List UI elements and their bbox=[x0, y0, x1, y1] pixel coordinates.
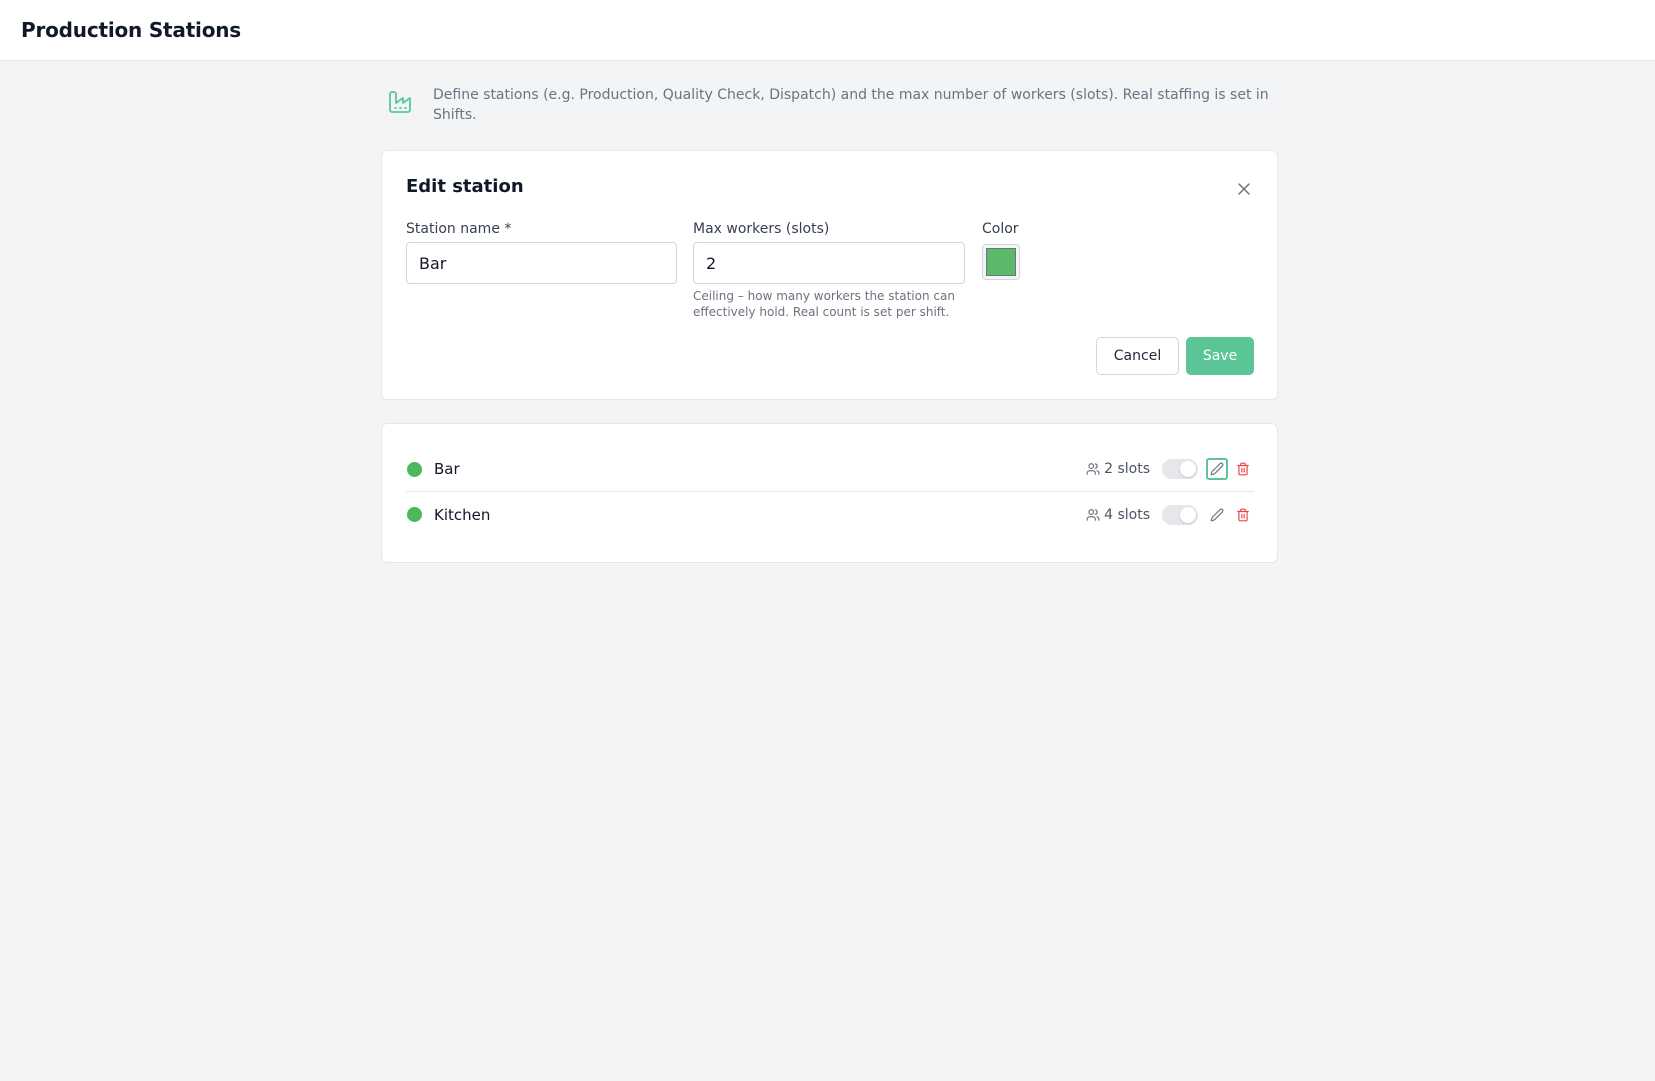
trash-icon bbox=[1237, 508, 1249, 521]
edit-button[interactable] bbox=[1206, 458, 1228, 480]
trash-icon bbox=[1237, 462, 1249, 476]
active-toggle[interactable] bbox=[1162, 504, 1198, 525]
max-workers-input[interactable] bbox=[693, 242, 965, 284]
pencil-icon bbox=[1210, 508, 1224, 521]
active-toggle[interactable] bbox=[1162, 459, 1198, 479]
users-icon bbox=[1086, 463, 1100, 475]
station-color-dot bbox=[407, 507, 422, 522]
close-icon bbox=[1238, 183, 1250, 195]
toggle-knob bbox=[1180, 506, 1196, 523]
info-text: Define stations (e.g. Production, Qualit… bbox=[433, 87, 1269, 123]
edit-station-title: Edit station bbox=[406, 176, 524, 197]
close-button[interactable] bbox=[1234, 179, 1254, 199]
list-item: Kitchen 4 slots bbox=[406, 492, 1254, 537]
cancel-button[interactable]: Cancel bbox=[1096, 337, 1179, 375]
station-name: Bar bbox=[434, 460, 460, 478]
station-list: Bar 2 slots Kitchen 4 slots bbox=[381, 423, 1278, 563]
toggle-knob bbox=[1180, 461, 1196, 477]
main-content: Define stations (e.g. Production, Qualit… bbox=[381, 61, 1278, 563]
pencil-icon bbox=[1210, 462, 1224, 476]
edit-button[interactable] bbox=[1206, 504, 1228, 526]
edit-station-card: Edit station Station name * Max workers … bbox=[381, 150, 1278, 400]
slots-text: 4 slots bbox=[1104, 506, 1150, 523]
color-picker[interactable] bbox=[982, 244, 1020, 280]
save-button[interactable]: Save bbox=[1186, 337, 1254, 375]
factory-icon bbox=[389, 91, 411, 113]
color-label: Color bbox=[982, 221, 1019, 237]
delete-button[interactable] bbox=[1232, 504, 1254, 526]
max-workers-label: Max workers (slots) bbox=[693, 221, 830, 237]
station-color-dot bbox=[407, 461, 422, 477]
station-name-label: Station name * bbox=[406, 221, 512, 237]
color-swatch-fill bbox=[986, 248, 1016, 276]
slots-text: 2 slots bbox=[1104, 461, 1150, 477]
list-item: Bar 2 slots bbox=[406, 447, 1254, 492]
station-name-input[interactable] bbox=[406, 242, 677, 284]
slots-count: 2 slots bbox=[1086, 461, 1150, 477]
max-workers-helper: Ceiling – how many workers the station c… bbox=[693, 289, 955, 319]
users-icon bbox=[1086, 508, 1100, 521]
top-bar: Production Stations bbox=[0, 0, 1655, 61]
delete-button[interactable] bbox=[1232, 458, 1254, 480]
station-name: Kitchen bbox=[434, 505, 491, 524]
page-title: Production Stations bbox=[21, 18, 241, 42]
info-banner: Define stations (e.g. Production, Qualit… bbox=[381, 61, 1278, 150]
slots-count: 4 slots bbox=[1086, 507, 1150, 523]
